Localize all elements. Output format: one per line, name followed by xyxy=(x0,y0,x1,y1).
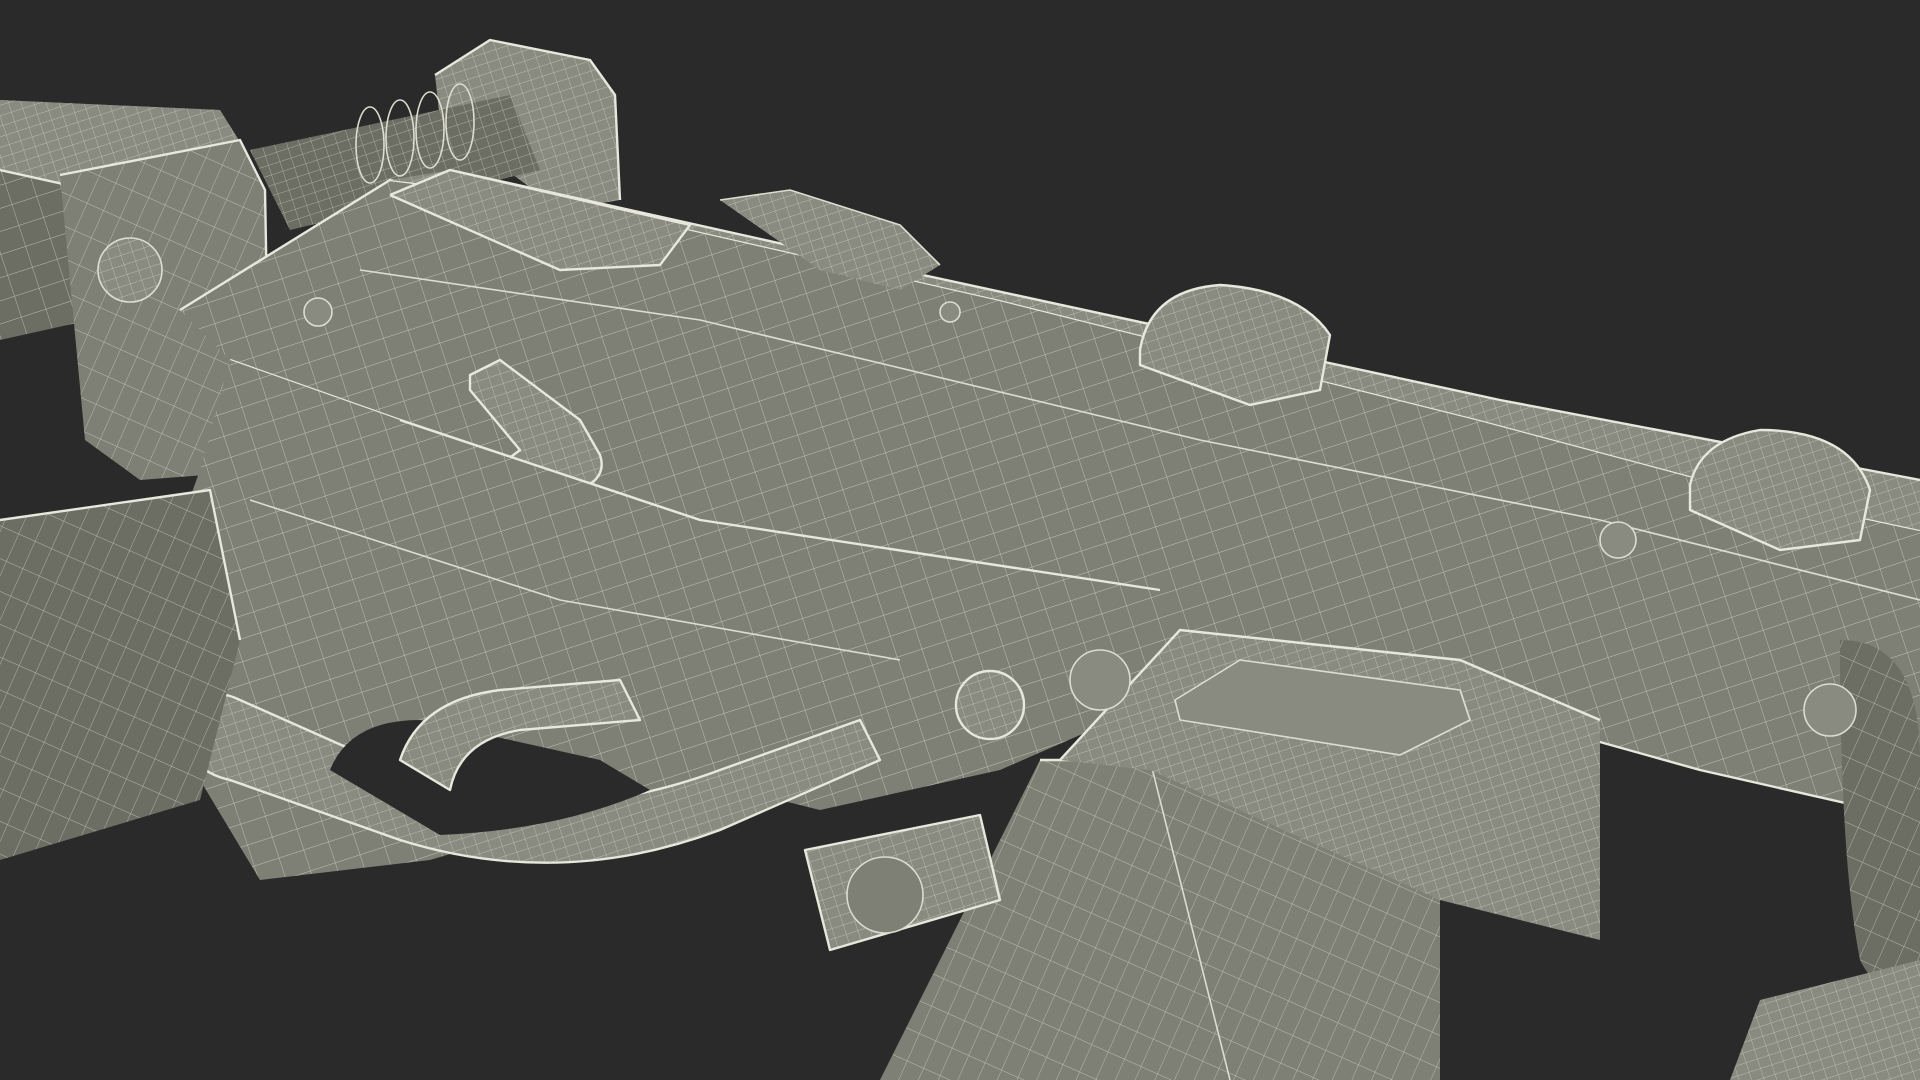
render-viewport xyxy=(0,0,1920,1080)
wireframe-render xyxy=(0,0,1920,1080)
